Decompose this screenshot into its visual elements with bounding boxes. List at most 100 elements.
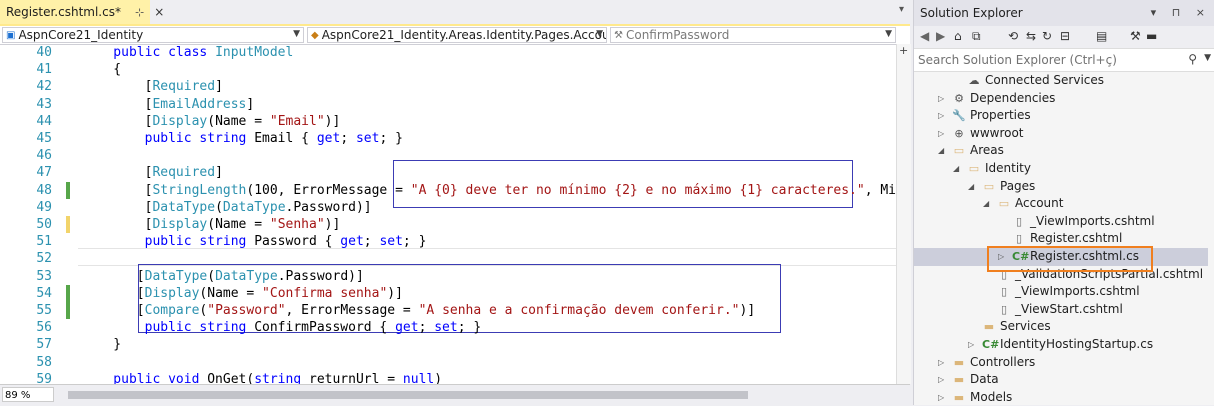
tree-item-label: Models <box>970 389 1013 404</box>
tree-item[interactable]: ☁ Connected Services <box>914 72 1208 90</box>
switch-views-icon[interactable]: ⧉ <box>972 29 981 44</box>
code-token: ( <box>207 268 216 284</box>
razor-file-icon: ▯ <box>1015 214 1023 228</box>
tab-register-cshtml-cs[interactable]: Register.cshtml.cs* ⊹ × <box>0 0 164 24</box>
split-icon[interactable]: + <box>899 44 908 57</box>
code-line[interactable]: 59 public void OnGet(string returnUrl = … <box>0 371 900 384</box>
editor-vertical-scrollbar[interactable]: + <box>896 44 911 384</box>
properties-icon[interactable]: ▤ <box>1096 29 1107 43</box>
code-token: DataType <box>222 199 286 215</box>
code-text: { <box>82 61 121 78</box>
code-line[interactable]: 47 [Required] <box>0 164 900 181</box>
zoom-dropdown[interactable]: 89 % <box>2 387 54 402</box>
expand-arrow-icon[interactable]: ▷ <box>938 389 948 405</box>
tree-item[interactable]: ▷ ⚙ Dependencies <box>914 90 1208 108</box>
chevron-down-icon[interactable]: ▼ <box>1204 53 1211 63</box>
tree-item-label: _ViewStart.cshtml <box>1015 301 1123 316</box>
collapse-arrow-icon[interactable]: ◢ <box>938 142 948 160</box>
tree-item[interactable]: ▷ ▬ Models <box>914 389 1208 405</box>
project-dropdown[interactable]: ▣ AspnCore21_Identity ▼ <box>2 27 304 43</box>
solution-tree[interactable]: ☁ Connected Services ▷ ⚙ Dependencies ▷ 🔧 Prope… <box>914 72 1214 405</box>
code-line[interactable]: 45 public string Email { get; set; } <box>0 130 900 147</box>
code-token: (Name = <box>199 285 263 301</box>
tree-item[interactable]: ▷ 🔧 Properties <box>914 107 1208 125</box>
class-dropdown[interactable]: ◆ AspnCore21_Identity.Areas.Identity.Pag… <box>307 27 607 43</box>
code-token: ] <box>215 79 223 95</box>
forward-icon[interactable]: ▶ <box>936 29 945 43</box>
collapse-all-icon[interactable]: ⊟ <box>1060 29 1070 43</box>
expand-arrow-icon[interactable]: ▷ <box>938 107 948 125</box>
member-dropdown[interactable]: ⚒ ConfirmPassword ▼ <box>610 27 896 43</box>
code-token: } <box>82 337 122 353</box>
expand-arrow-icon[interactable]: ▷ <box>938 125 948 143</box>
tree-item[interactable]: ◢ ▭ Identity <box>914 160 1208 178</box>
code-token: OnGet( <box>207 371 255 384</box>
code-line[interactable]: 46 <box>0 147 900 164</box>
window-controls[interactable]: ▾ ⊓ × <box>1151 6 1211 19</box>
code-token: [ <box>82 182 153 198</box>
code-line[interactable]: 57 } <box>0 336 900 353</box>
code-editor[interactable]: Register.cshtml.cs* ⊹ × ▾ ▣ AspnCore21_I… <box>0 0 911 406</box>
tree-item[interactable]: ▷ ▬ Data <box>914 371 1208 389</box>
code-text: [Required] <box>82 78 223 95</box>
code-line[interactable]: 49 [DataType(DataType.Password)] <box>0 199 900 216</box>
class-dropdown-value: AspnCore21_Identity.Areas.Identity.Pages… <box>321 28 607 42</box>
code-line[interactable]: 42 [Required] <box>0 78 900 95</box>
tree-item[interactable]: ▬ Services <box>914 318 1208 336</box>
horizontal-scrollbar-thumb[interactable] <box>68 391 748 399</box>
preview-icon[interactable]: ▬ <box>1146 29 1157 43</box>
expand-arrow-icon[interactable]: ▷ <box>968 336 978 354</box>
tree-item[interactable]: ▷ ▬ Controllers <box>914 354 1208 372</box>
chevron-down-icon: ▼ <box>885 29 892 39</box>
code-area[interactable]: 40 public class InputModel 41 {42 [Requir… <box>0 44 900 384</box>
pin-icon[interactable]: ⊹ <box>135 6 144 19</box>
code-line[interactable]: 40 public class InputModel <box>0 44 900 61</box>
code-line[interactable]: 52 <box>0 250 900 267</box>
expand-arrow-icon[interactable]: ▷ <box>938 354 948 372</box>
code-token: null <box>402 371 435 384</box>
code-line[interactable]: 51 public string Password { get; set; } <box>0 233 900 250</box>
tab-overflow-dropdown-icon[interactable]: ▾ <box>899 4 904 15</box>
code-line[interactable]: 41 { <box>0 61 900 78</box>
tree-item[interactable]: ◢ ▭ Areas <box>914 142 1208 160</box>
tree-item-label: _ViewImports.cshtml <box>1015 284 1140 299</box>
code-text: [Compare("Password", ErrorMessage = "A s… <box>82 302 755 319</box>
code-token: [ <box>82 79 153 95</box>
code-token: public <box>82 320 200 336</box>
back-icon[interactable]: ◀ <box>920 29 929 43</box>
code-text: public string Password { get; set; } <box>82 233 427 250</box>
line-number: 49 <box>36 199 52 215</box>
tree-item-label: Controllers <box>970 354 1036 369</box>
collapse-arrow-icon[interactable]: ◢ <box>983 195 993 213</box>
code-line[interactable]: 44 [Display(Name = "Email")] <box>0 113 900 130</box>
pending-changes-icon[interactable]: ⟲ <box>1008 29 1018 43</box>
tree-item[interactable]: ▯ _ViewImports.cshtml <box>914 213 1208 231</box>
code-line[interactable]: 48 [StringLength(100, ErrorMessage = "A … <box>0 181 900 199</box>
tree-item[interactable]: ▷ C# IdentityHostingStartup.cs <box>914 336 1208 354</box>
expand-arrow-icon[interactable]: ▷ <box>938 371 948 389</box>
collapse-arrow-icon[interactable]: ◢ <box>968 178 978 196</box>
home-icon[interactable]: ⌂ <box>954 29 962 43</box>
close-icon[interactable]: × <box>154 5 164 19</box>
code-line[interactable]: 50 [Display(Name = "Senha")] <box>0 216 900 234</box>
sync-icon[interactable]: ⇆ <box>1026 29 1036 43</box>
code-text: [StringLength(100, ErrorMessage = "A {0}… <box>82 182 900 199</box>
tree-item[interactable]: ▯ _ViewStart.cshtml <box>914 301 1208 319</box>
tree-item[interactable]: ▷ ⊕ wwwroot <box>914 125 1208 143</box>
tree-item[interactable]: ◢ ▭ Account <box>914 195 1208 213</box>
code-line[interactable]: 55 [Compare("Password", ErrorMessage = "… <box>0 302 900 320</box>
code-line[interactable]: 58 <box>0 354 900 371</box>
code-line[interactable]: 53 [DataType(DataType.Password)] <box>0 268 900 285</box>
code-line[interactable]: 54 [Display(Name = "Confirma senha")] <box>0 284 900 302</box>
code-line[interactable]: 56 public string ConfirmPassword { get; … <box>0 319 900 336</box>
solution-explorer-search[interactable]: Search Solution Explorer (Ctrl+ç) ⚲ ▼ <box>914 48 1214 72</box>
wrench-icon[interactable]: ⚒ <box>1130 29 1141 43</box>
search-icon[interactable]: ⚲ <box>1188 52 1197 66</box>
code-line[interactable]: 43 [EmailAddress] <box>0 96 900 113</box>
expand-arrow-icon[interactable]: ▷ <box>938 90 948 108</box>
solution-explorer-scrollbar[interactable] <box>1208 72 1214 405</box>
tree-item[interactable]: ▯ _ViewImports.cshtml <box>914 283 1208 301</box>
refresh-icon[interactable]: ↻ <box>1042 29 1052 43</box>
tree-item[interactable]: ◢ ▭ Pages <box>914 178 1208 196</box>
collapse-arrow-icon[interactable]: ◢ <box>953 160 963 178</box>
